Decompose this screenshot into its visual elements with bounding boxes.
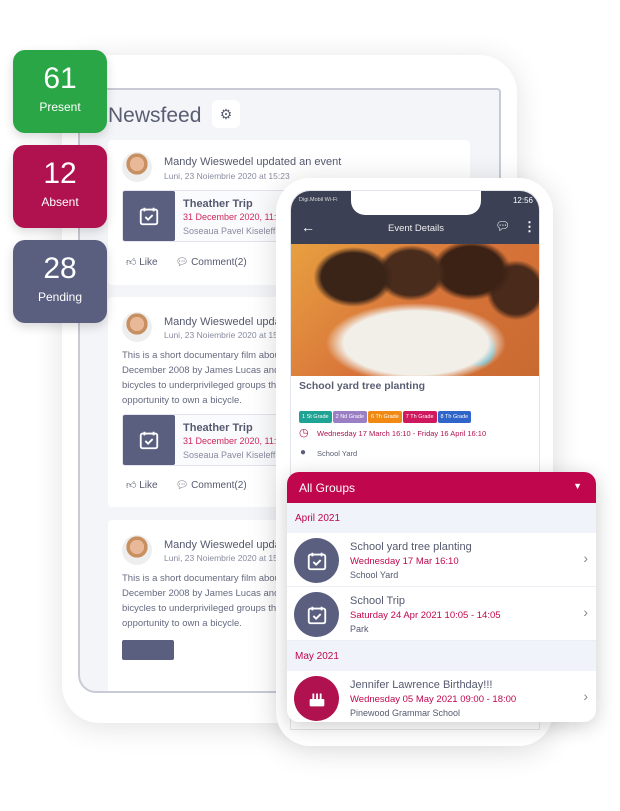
post-body: This is a short documentary film about De…: [122, 573, 285, 629]
post-author: Mandy Wieswedel updated an event: [164, 156, 342, 168]
sliders-icon: ⚙: [219, 106, 233, 122]
event-title: School yard tree planting: [299, 380, 426, 392]
calendar-check-icon: [294, 538, 339, 583]
post-date: Luni, 23 Noiembrie 2020 at 15:23: [164, 330, 290, 340]
event-row[interactable]: School yard tree planting Wednesday 17 M…: [287, 533, 596, 587]
absent-stat: 12 Absent: [13, 145, 107, 228]
event-location: School Yard: [350, 570, 399, 580]
page-title: Newsfeed: [108, 104, 202, 127]
notch: [351, 191, 481, 215]
post-date: Luni, 23 Noiembrie 2020 at 15:23: [164, 171, 290, 181]
comment-label: Comment(2): [191, 479, 247, 491]
post-body: This is a short documentary film about De…: [122, 350, 285, 406]
event-title: Theather Trip: [183, 198, 253, 210]
comment-button[interactable]: 💬︎ Comment(2): [176, 480, 247, 491]
event-title: School Trip: [350, 595, 406, 607]
thumbs-up-icon: 👍︎: [126, 480, 137, 491]
event-photo: [291, 244, 539, 376]
tag: 1 St Grade: [299, 411, 332, 423]
chevron-right-icon: ›: [583, 688, 588, 704]
tag: 2 Nd Grade: [332, 411, 368, 423]
tag: 6 Th Grade: [368, 411, 402, 423]
event-date: Wednesday 17 Mar 16:10: [350, 556, 459, 567]
event-date: Saturday 24 Apr 2021 10:05 - 14:05: [350, 610, 501, 621]
chevron-right-icon: ›: [583, 604, 588, 620]
like-button[interactable]: 👍︎ Like: [126, 479, 158, 491]
comment-label: Comment(2): [191, 256, 247, 268]
calendar-check-icon: [294, 592, 339, 637]
event-location: Soseaua Pavel Kiseleff: [183, 450, 276, 460]
avatar: [122, 152, 152, 182]
event-row[interactable]: Jennifer Lawrence Birthday!!! Wednesday …: [287, 671, 596, 722]
grade-tags: 1 St Grade 2 Nd Grade 6 Th Grade 7 Th Grade…: [299, 405, 472, 423]
event-title: Theather Trip: [183, 422, 253, 434]
comment-icon: 💬︎: [175, 256, 189, 268]
clock: 12:56: [512, 196, 533, 205]
present-stat: 61 Present: [13, 50, 107, 133]
avatar: [122, 312, 152, 342]
event-location: Soseaua Pavel Kiseleff: [183, 226, 276, 236]
chat-icon[interactable]: 💬︎: [495, 219, 510, 233]
chevron-right-icon: ›: [583, 550, 588, 566]
group-filter-dropdown[interactable]: All Groups ▼: [287, 472, 596, 503]
event-location: Pinewood Grammar School: [350, 708, 461, 718]
filter-label: All Groups: [299, 481, 356, 495]
event-row[interactable]: School Trip Saturday 24 Apr 2021 10:05 -…: [287, 587, 596, 641]
tag: 8 Th Grade: [437, 411, 472, 423]
events-list-panel: All Groups ▼ April 2021 School yard tree …: [287, 472, 596, 722]
event-date: Wednesday 05 May 2021 09:00 - 18:00: [350, 694, 517, 705]
app-header: Digi.Mobil Wi-Fi 12:56 ← Event Details 💬…: [291, 191, 539, 244]
comment-icon: 💬︎: [175, 479, 189, 491]
post-date: Luni, 23 Noiembrie 2020 at 15:23: [164, 553, 290, 563]
event-location: School Yard: [317, 449, 358, 458]
clock-icon: ◷: [299, 427, 309, 439]
carrier: Digi.Mobil Wi-Fi: [299, 197, 338, 203]
more-vertical-icon[interactable]: ⋮: [523, 219, 536, 235]
event-datetime: Wednesday 17 March 16:10 - Friday 16 Apr…: [317, 429, 487, 438]
event-date: 31 December 2020, 11:40: [183, 212, 287, 222]
filter-button[interactable]: ⚙: [212, 100, 240, 128]
event-date: 31 December 2020, 11:40: [183, 436, 287, 446]
location-pin-icon: ●: [300, 447, 307, 458]
calendar-check-icon: [123, 415, 175, 465]
like-button[interactable]: 👍︎ Like: [126, 256, 158, 268]
event-title: School yard tree planting: [350, 541, 472, 553]
event-location: Park: [350, 624, 369, 634]
calendar-check-icon: [123, 191, 175, 241]
month-header: May 2021: [287, 641, 596, 671]
like-label: Like: [139, 480, 158, 491]
tag: 7 Th Grade: [402, 411, 437, 423]
event-attachment-partial: [122, 640, 174, 660]
pending-stat: 28 Pending: [13, 240, 107, 323]
month-header: April 2021: [287, 503, 596, 533]
event-title: Jennifer Lawrence Birthday!!!: [350, 679, 493, 691]
birthday-cake-icon: [294, 676, 339, 721]
like-label: Like: [139, 257, 158, 268]
avatar: [122, 535, 152, 565]
caret-down-icon: ▼: [573, 481, 582, 491]
comment-button[interactable]: 💬︎ Comment(2): [176, 257, 247, 268]
thumbs-up-icon: 👍︎: [126, 257, 137, 268]
